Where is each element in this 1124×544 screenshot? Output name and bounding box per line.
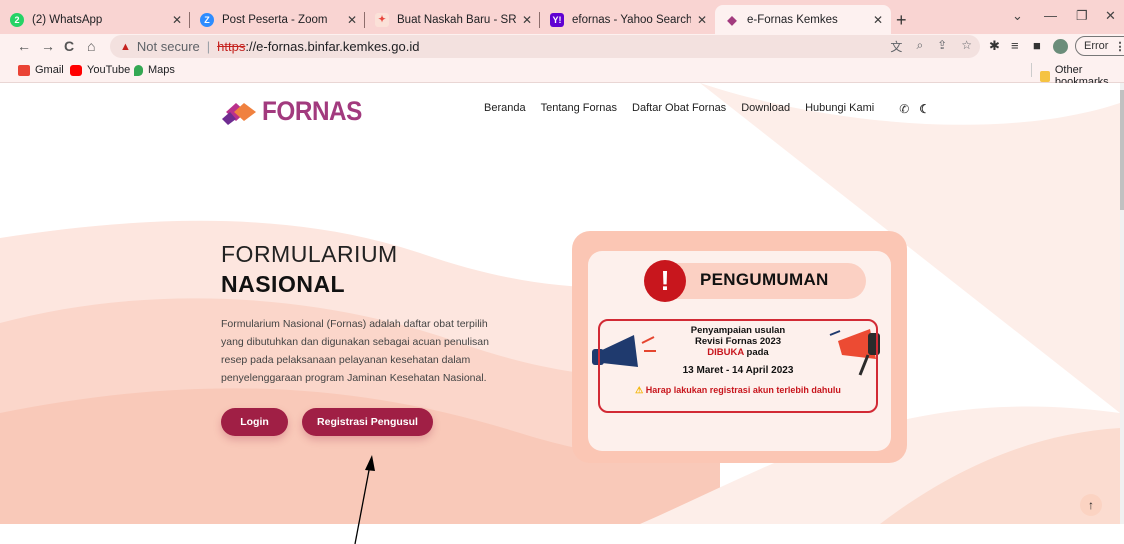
restore-button[interactable]: ❐ [1076, 8, 1088, 24]
maps-icon [134, 64, 143, 76]
notice-warning: ⚠ Harap lakukan registrasi akun terlebih… [604, 385, 872, 396]
exclamation-icon: ! [644, 260, 686, 302]
profile-error-button[interactable]: Error ⋮ [1075, 36, 1124, 56]
tab-search-icon[interactable]: ⌄ [1012, 8, 1023, 24]
warning-triangle-icon: ⚠ [635, 385, 644, 395]
announcement-card: ! PENGUMUMAN Penyampaian usulan Revisi F… [572, 231, 907, 463]
dark-mode-icon[interactable]: ☾ [919, 102, 930, 116]
whatsapp-icon: 2 [10, 12, 24, 27]
arrow-up-icon: ↑ [1088, 498, 1094, 512]
nav-daftar-obat[interactable]: Daftar Obat Fornas [632, 102, 726, 116]
yahoo-icon: Y! [550, 12, 564, 27]
logo-text: FORNAS [262, 96, 362, 126]
scrollbar-thumb[interactable] [1120, 90, 1124, 210]
tab-title: (2) WhatsApp [32, 13, 103, 26]
fornas-logo-icon [222, 102, 256, 125]
tab-whatsapp[interactable]: 2 (2) WhatsApp ✕ [0, 5, 190, 34]
announcement-inner: ! PENGUMUMAN Penyampaian usulan Revisi F… [588, 251, 891, 451]
bookmark-label: YouTube [87, 64, 131, 76]
bookmark-star-icon[interactable]: ☆ [961, 38, 972, 55]
error-label: Error [1084, 40, 1109, 52]
tab-yahoo[interactable]: Y! efornas - Yahoo Search Results ✕ [540, 5, 715, 34]
bookmark-gmail[interactable]: Gmail [18, 64, 64, 76]
tab-title: e-Fornas Kemkes [747, 13, 838, 26]
srikandi-icon: ✦ [375, 12, 389, 27]
avatar[interactable] [1053, 39, 1068, 54]
url-scheme: https [217, 39, 246, 54]
tab-title: efornas - Yahoo Search Results [572, 13, 691, 26]
minimize-button[interactable]: — [1044, 8, 1057, 23]
nav-beranda[interactable]: Beranda [484, 102, 526, 116]
warning-icon: ▲ [120, 40, 131, 53]
close-window-button[interactable]: ✕ [1105, 8, 1116, 24]
zoom-icon: Z [200, 12, 214, 27]
close-tab-icon[interactable]: ✕ [172, 13, 182, 27]
close-tab-icon[interactable]: ✕ [522, 13, 532, 27]
tab-title: Buat Naskah Baru - SRIKANDI [397, 13, 516, 26]
browser-toolbar: ← → C ⌂ ▲ Not secure | https ://e-fornas… [0, 34, 1124, 60]
notice-pada: pada [743, 347, 769, 358]
bookmarks-divider [1031, 63, 1032, 77]
bookmark-maps[interactable]: Maps [134, 64, 175, 76]
zoom-icon[interactable]: ⌕ [916, 38, 923, 55]
forward-button[interactable]: → [41, 38, 55, 54]
folder-icon [1040, 70, 1050, 82]
omnibox-divider: | [206, 39, 211, 54]
web-page: FORNAS Beranda Tentang Fornas Daftar Oba… [0, 83, 1120, 524]
fornas-icon: ◆ [727, 12, 737, 27]
nav-download[interactable]: Download [741, 102, 790, 116]
login-button[interactable]: Login [221, 408, 288, 436]
whatsapp-icon[interactable]: ✆ [899, 102, 909, 116]
hero-description: Formularium Nasional (Fornas) adalah daf… [221, 318, 489, 384]
nav-hubungi-kami[interactable]: Hubungi Kami [805, 102, 874, 116]
announcement-heading: PENGUMUMAN [700, 270, 829, 289]
scroll-to-top-button[interactable]: ↑ [1080, 494, 1102, 516]
tab-zoom[interactable]: Z Post Peserta - Zoom ✕ [190, 5, 365, 34]
notice-warning-text: Harap lakukan registrasi akun terlebih d… [645, 385, 841, 395]
back-button[interactable]: ← [17, 38, 31, 54]
gmail-icon [18, 64, 30, 76]
new-tab-button[interactable]: + [896, 10, 907, 31]
bookmarks-bar: Gmail YouTube Maps Other bookmarks [0, 60, 1124, 88]
translate-icon[interactable]: 文 [890, 38, 902, 55]
notice-line2: Revisi Fornas 2023 [694, 336, 782, 347]
home-button[interactable]: ⌂ [87, 38, 95, 54]
bookmark-youtube[interactable]: YouTube [70, 64, 130, 76]
menu-icon[interactable]: ⋮ [1114, 40, 1124, 53]
close-tab-icon[interactable]: ✕ [347, 13, 357, 27]
tab-strip: 2 (2) WhatsApp ✕ Z Post Peserta - Zoom ✕… [0, 0, 1124, 34]
side-panel-icon[interactable]: ■ [1033, 38, 1041, 53]
announcement-heading-pill: ! PENGUMUMAN [644, 260, 866, 302]
notice-line1: Penyampaian usulan [690, 325, 786, 336]
nav-tentang-fornas[interactable]: Tentang Fornas [541, 102, 617, 116]
fornas-logo[interactable]: FORNAS [222, 96, 373, 127]
reload-button[interactable]: C [64, 38, 74, 54]
close-tab-icon[interactable]: ✕ [873, 13, 883, 27]
site-nav: Beranda Tentang Fornas Daftar Obat Forna… [484, 102, 930, 116]
security-label: Not secure [136, 39, 200, 54]
tab-e-fornas[interactable]: ◆ e-Fornas Kemkes ✕ [715, 5, 891, 34]
youtube-icon [70, 64, 82, 76]
notice-dates: 13 Maret - 14 April 2023 [682, 365, 794, 376]
url-text: ://e-fornas.binfar.kemkes.go.id [245, 39, 420, 54]
extensions-icon[interactable]: ✱ [989, 38, 1000, 54]
bookmark-label: Gmail [35, 64, 64, 76]
notice-dibuka: DIBUKA [707, 347, 744, 358]
bookmark-label: Maps [148, 64, 175, 76]
share-icon[interactable]: ⇪ [937, 38, 947, 55]
close-tab-icon[interactable]: ✕ [697, 13, 707, 27]
hero-title-line1: FORMULARIUM [221, 241, 398, 267]
tab-srikandi[interactable]: ✦ Buat Naskah Baru - SRIKANDI ✕ [365, 5, 540, 34]
reading-list-icon[interactable]: ≡ [1011, 38, 1019, 53]
tab-title: Post Peserta - Zoom [222, 13, 328, 26]
announcement-notice-box: Penyampaian usulan Revisi Fornas 2023 DI… [598, 319, 878, 413]
hero-title-line2: NASIONAL [221, 271, 346, 297]
background-waves [0, 83, 1120, 524]
address-bar[interactable]: ▲ Not secure | https ://e-fornas.binfar.… [110, 35, 980, 58]
registrasi-pengusul-button[interactable]: Registrasi Pengusul [302, 408, 433, 436]
